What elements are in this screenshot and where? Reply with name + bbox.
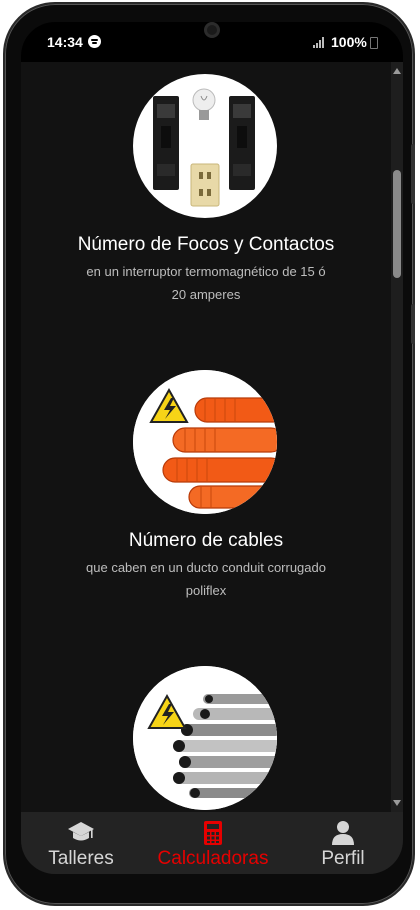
phone-frame: 14:34 100% Número de Focos y Contactos e…: [3, 2, 415, 906]
pipes-image: [133, 666, 277, 810]
card-title: Número de Focos y Contactos: [77, 234, 335, 255]
nav-label: Perfil: [321, 848, 365, 869]
nav-label: Talleres: [48, 848, 114, 869]
breaker-image: [133, 74, 277, 218]
status-bar: 14:34 100%: [21, 22, 403, 62]
nav-item-calculadoras[interactable]: Calculadoras: [141, 812, 285, 874]
bottom-navigation: Talleres Calculadoras Perfil: [21, 812, 403, 874]
scroll-down-arrow-icon[interactable]: [393, 800, 401, 806]
nav-item-talleres[interactable]: Talleres: [21, 812, 141, 874]
card-title: Número de cables: [128, 530, 284, 551]
graduation-cap-icon: [67, 820, 95, 849]
calculator-card-focos-contactos[interactable]: Número de Focos y Contactos en un interr…: [21, 62, 391, 322]
volume-button: [411, 144, 415, 204]
scrollbar[interactable]: [391, 62, 403, 812]
nav-label: Calculadoras: [157, 848, 269, 869]
status-time: 14:34: [47, 34, 83, 50]
calculator-card-numero-cables[interactable]: Número de cables que caben en un ducto c…: [21, 362, 391, 622]
signal-icon: [313, 36, 327, 48]
card-subtitle: en un interruptor termomagnético de 15 ó…: [61, 260, 351, 306]
user-icon: [331, 820, 355, 851]
card-subtitle-line: que caben en un ducto conduit corrugado: [86, 560, 326, 575]
calculator-card-tubos[interactable]: [21, 662, 391, 812]
calculator-icon: [203, 820, 223, 851]
scroll-up-arrow-icon[interactable]: [393, 68, 401, 74]
conduit-image: [133, 370, 277, 514]
nav-item-perfil[interactable]: Perfil: [291, 812, 395, 874]
power-button: [411, 304, 415, 344]
calculators-list[interactable]: Número de Focos y Contactos en un interr…: [21, 62, 403, 812]
front-camera: [204, 22, 220, 38]
card-subtitle-line: en un interruptor termomagnético de 15 ó: [86, 264, 326, 279]
card-subtitle-line: poliflex: [185, 583, 227, 598]
battery-icon: [370, 37, 378, 49]
card-subtitle-line: 20 amperes: [171, 287, 241, 302]
scroll-thumb[interactable]: [393, 170, 401, 278]
card-subtitle: que caben en un ducto conduit corrugado …: [61, 556, 351, 602]
spotify-icon: [88, 35, 101, 48]
battery-percentage: 100%: [331, 34, 367, 50]
screen: 14:34 100% Número de Focos y Contactos e…: [21, 22, 403, 874]
